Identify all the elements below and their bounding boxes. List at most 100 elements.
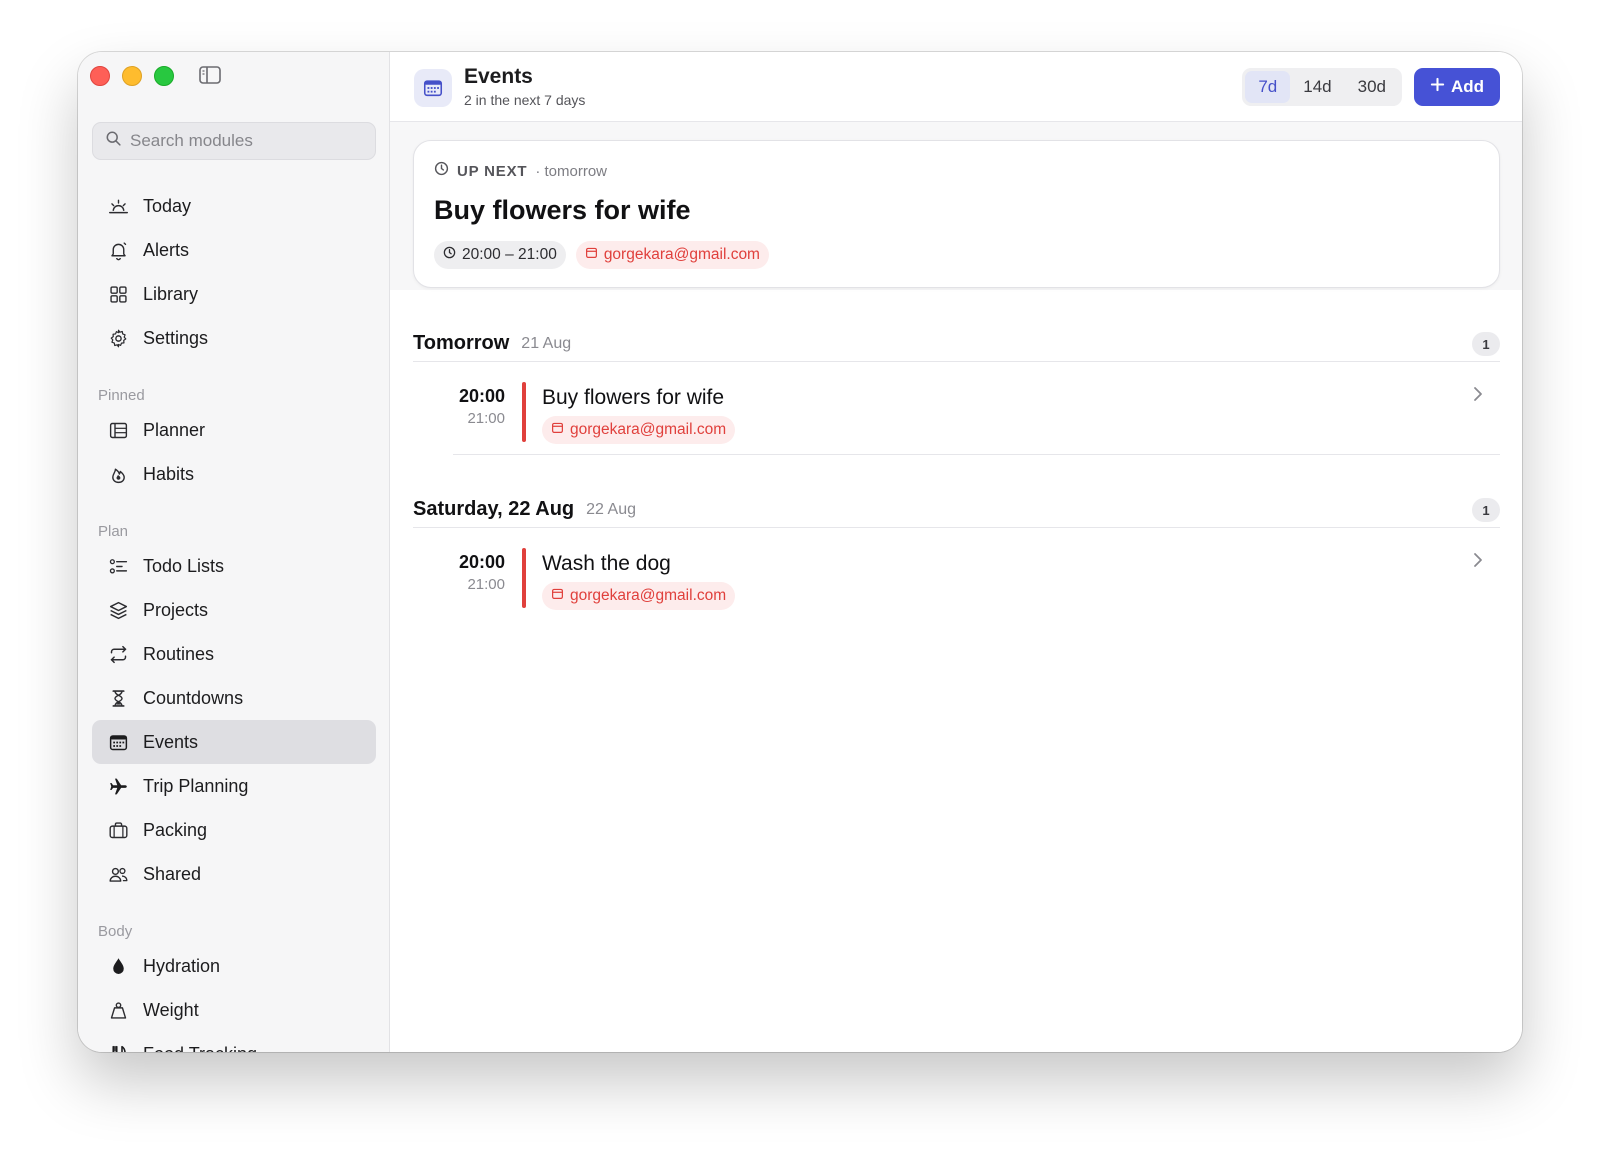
sidebar-item-label: Food Tracking (143, 1044, 257, 1053)
range-option-14d[interactable]: 14d (1290, 71, 1344, 103)
sidebar-item-todo-lists[interactable]: Todo Lists (92, 544, 376, 588)
sidebar-nav: Today Alerts Library Settings Pinned Pla… (92, 184, 376, 1052)
sidebar-item-library[interactable]: Library (92, 272, 376, 316)
planner-icon (107, 419, 129, 441)
calendar-chip: gorgekara@gmail.com (542, 582, 736, 610)
sidebar-item-label: Hydration (143, 955, 221, 976)
clock-icon (443, 246, 456, 264)
row-divider (453, 454, 1500, 455)
calendar-icon (107, 731, 129, 753)
people-icon (107, 863, 129, 885)
calendar-chip: gorgekara@gmail.com (542, 416, 736, 444)
sidebar-item-shared[interactable]: Shared (92, 852, 376, 896)
section-label-pinned: Pinned (98, 387, 145, 404)
sidebar-item-planner[interactable]: Planner (92, 408, 376, 452)
event-end-time: 21:00 (467, 576, 505, 593)
calendar-color-bar (522, 382, 526, 442)
section-label-body: Body (98, 923, 133, 940)
sidebar-item-label: Alerts (143, 239, 190, 260)
fork-knife-icon (107, 1043, 129, 1052)
add-event-button[interactable]: Add (1414, 68, 1500, 106)
sidebar-item-label: Shared (143, 863, 202, 884)
app-window: Today Alerts Library Settings Pin (78, 52, 1522, 1052)
sidebar-item-trip-planning[interactable]: Trip Planning (92, 764, 376, 808)
calendar-name: gorgekara@gmail.com (570, 421, 727, 438)
events-calendar-icon (414, 69, 452, 107)
sidebar-item-label: Today (143, 195, 192, 216)
drop-icon (107, 955, 129, 977)
sidebar-item-label: Library (143, 283, 199, 304)
repeat-icon (107, 643, 129, 665)
sidebar-item-label: Planner (143, 419, 206, 440)
sidebar-item-label: Routines (143, 643, 215, 664)
range-option-30d[interactable]: 30d (1345, 71, 1399, 103)
flame-icon (107, 463, 129, 485)
time-chip: 20:00 – 21:00 (434, 241, 566, 269)
calendar-icon (551, 587, 564, 605)
page-title: Events (464, 65, 533, 88)
sunrise-icon (107, 195, 129, 217)
sidebar-item-label: Weight (143, 999, 199, 1020)
event-row[interactable]: 20:00 21:00 Wash the dog gorgekara@gmail… (413, 544, 1500, 620)
minimize-window-button[interactable] (122, 66, 142, 86)
sidebar-item-hydration[interactable]: Hydration (92, 944, 376, 988)
airplane-icon (107, 775, 129, 797)
event-title: Buy flowers for wife (542, 386, 725, 409)
sidebar-item-weight[interactable]: Weight (92, 988, 376, 1032)
window-controls (90, 66, 174, 86)
search-field[interactable] (92, 122, 376, 160)
calendar-name: gorgekara@gmail.com (603, 246, 760, 263)
sidebar-item-label: Events (143, 731, 199, 752)
event-start-time: 20:00 (458, 386, 505, 406)
day-header: Tomorrow 21 Aug 1 (413, 326, 1500, 362)
calendar-chip: gorgekara@gmail.com (575, 241, 769, 269)
page-subtitle: 2 in the next 7 days (464, 92, 586, 108)
sidebar-item-alerts[interactable]: Alerts (92, 228, 376, 272)
sidebar-item-label: Habits (143, 463, 195, 484)
day-count-badge: 1 (1472, 498, 1500, 522)
sidebar-item-food-tracking[interactable]: Food Tracking (92, 1032, 376, 1052)
day-date: 21 Aug (521, 334, 572, 352)
sidebar-item-settings[interactable]: Settings (92, 316, 376, 360)
search-icon (105, 130, 122, 152)
event-title: Wash the dog (542, 552, 671, 575)
gear-icon (107, 327, 129, 349)
search-input[interactable] (130, 131, 360, 151)
range-option-7d[interactable]: 7d (1245, 71, 1291, 103)
chevron-right-icon (1472, 552, 1484, 573)
up-next-title: Buy flowers for wife (434, 195, 691, 225)
suitcase-icon (107, 819, 129, 841)
sidebar-item-habits[interactable]: Habits (92, 452, 376, 496)
weight-icon (107, 999, 129, 1021)
calendar-icon (585, 246, 598, 264)
day-date: 22 Aug (586, 500, 636, 518)
event-start-time: 20:00 (458, 552, 505, 572)
sidebar-item-today[interactable]: Today (92, 184, 376, 228)
sidebar-item-label: Countdowns (143, 687, 244, 708)
sidebar-item-countdowns[interactable]: Countdowns (92, 676, 376, 720)
sidebar-item-packing[interactable]: Packing (92, 808, 376, 852)
day-count-badge: 1 (1472, 332, 1500, 356)
time-range: 20:00 – 21:00 (462, 246, 557, 263)
sidebar-toggle-icon[interactable] (198, 65, 222, 85)
close-window-button[interactable] (90, 66, 110, 86)
calendar-name: gorgekara@gmail.com (570, 587, 727, 604)
grid-icon (107, 283, 129, 305)
section-label-plan: Plan (98, 523, 129, 540)
toolbar: Events 2 in the next 7 days 7d 14d 30d A… (390, 52, 1522, 122)
plus-icon (1430, 77, 1445, 97)
up-next-header: UP NEXT · tomorrow (434, 161, 607, 181)
clock-icon (434, 161, 449, 181)
zoom-window-button[interactable] (154, 66, 174, 86)
add-button-label: Add (1450, 77, 1485, 96)
sidebar-item-label: Packing (143, 819, 208, 840)
sidebar-item-projects[interactable]: Projects (92, 588, 376, 632)
sidebar-item-routines[interactable]: Routines (92, 632, 376, 676)
sidebar-item-events[interactable]: Events (92, 720, 376, 764)
event-row[interactable]: 20:00 21:00 Buy flowers for wife gorgeka… (413, 378, 1500, 454)
sidebar-item-label: Projects (143, 599, 209, 620)
up-next-chips: 20:00 – 21:00 gorgekara@gmail.com (434, 241, 769, 269)
up-next-when: · tomorrow (535, 162, 608, 180)
up-next-card[interactable]: UP NEXT · tomorrow Buy flowers for wife … (413, 140, 1500, 288)
checklist-icon (107, 555, 129, 577)
